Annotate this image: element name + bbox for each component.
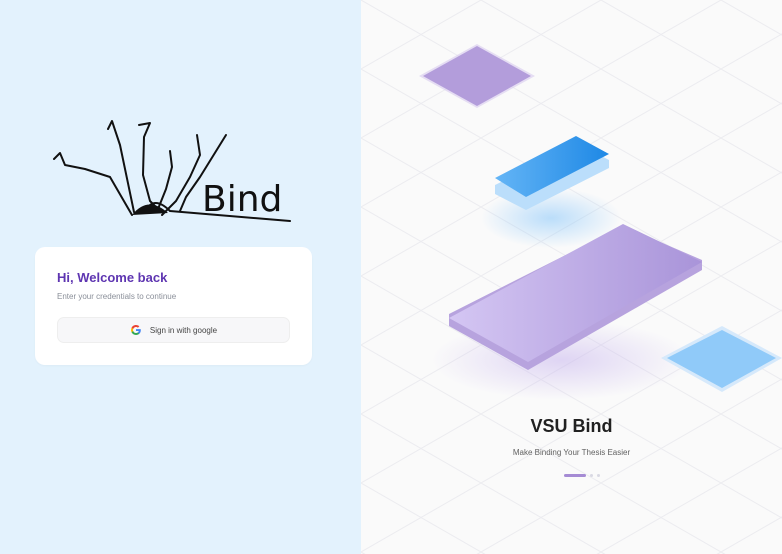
- carousel-indicator: [564, 474, 600, 477]
- google-signin-button[interactable]: Sign in with google: [57, 317, 290, 343]
- isometric-illustration: [361, 0, 782, 554]
- logo-text: Bind: [202, 179, 282, 220]
- welcome-subtitle: Enter your credentials to continue: [57, 292, 177, 301]
- hero-subtitle: Make Binding Your Thesis Easier: [512, 448, 631, 457]
- login-panel: Bind Hi, Welcome back Enter your credent…: [0, 0, 361, 554]
- login-screen: Bind Hi, Welcome back Enter your credent…: [0, 0, 782, 554]
- carousel-dot-3[interactable]: [597, 474, 600, 477]
- hero-panel: VSU Bind Make Binding Your Thesis Easier: [361, 0, 782, 554]
- carousel-dot-1[interactable]: [564, 474, 586, 477]
- welcome-title: Hi, Welcome back: [57, 270, 168, 285]
- google-signin-label: Sign in with google: [149, 325, 218, 335]
- google-g-icon: [130, 325, 141, 335]
- login-card: Hi, Welcome back Enter your credentials …: [35, 247, 312, 365]
- carousel-dot-2[interactable]: [590, 474, 593, 477]
- vsu-bind-logo: Bind: [53, 120, 291, 222]
- hero-title: VSU Bind: [530, 416, 613, 436]
